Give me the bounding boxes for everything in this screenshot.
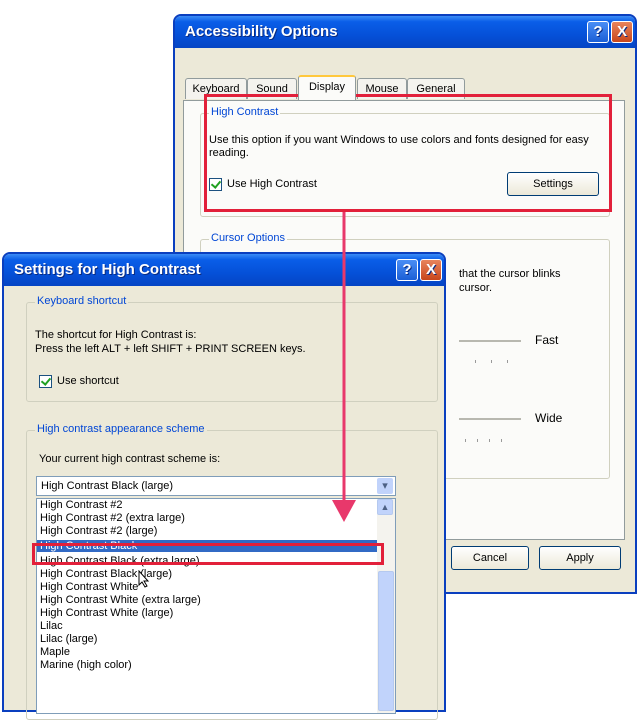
scroll-thumb[interactable]	[378, 571, 394, 711]
appearance-scheme-group-title: High contrast appearance scheme	[35, 423, 207, 435]
keyboard-shortcut-group: Keyboard shortcut The shortcut for High …	[26, 295, 438, 402]
shortcut-line-1: The shortcut for High Contrast is:	[35, 329, 197, 341]
settings-help-button[interactable]: ?	[396, 259, 418, 281]
cursor-options-group-title: Cursor Options	[209, 232, 287, 244]
list-item[interactable]: High Contrast White (extra large)	[40, 594, 201, 606]
settings-window-title: Settings for High Contrast	[14, 261, 201, 278]
list-item[interactable]: High Contrast White (large)	[40, 607, 173, 619]
window-title: Accessibility Options	[185, 23, 338, 40]
settings-titlebar[interactable]: Settings for High Contrast ? X	[4, 254, 444, 286]
cancel-button[interactable]: Cancel	[451, 546, 529, 570]
blink-tick	[507, 360, 508, 363]
list-item[interactable]: High Contrast White	[40, 581, 138, 593]
cursor-blink-text-2: cursor.	[459, 282, 493, 294]
cursor-width-slider-track[interactable]	[459, 418, 521, 420]
width-tick	[501, 439, 502, 442]
keyboard-shortcut-group-title: Keyboard shortcut	[35, 295, 129, 307]
scroll-up-button[interactable]: ▲	[377, 499, 393, 515]
list-item[interactable]: High Contrast #2 (extra large)	[40, 512, 185, 524]
blink-tick	[491, 360, 492, 363]
accessibility-options-titlebar[interactable]: Accessibility Options ? X	[175, 16, 635, 48]
apply-button[interactable]: Apply	[539, 546, 621, 570]
blink-tick	[475, 360, 476, 363]
settings-for-high-contrast-window: Settings for High Contrast ? X Keyboard …	[2, 252, 446, 720]
blink-rate-slider-track[interactable]	[459, 340, 521, 342]
width-wide-label: Wide	[535, 411, 563, 425]
list-item[interactable]: Maple	[40, 646, 70, 658]
width-tick	[489, 439, 490, 442]
scheme-combobox-value: High Contrast Black (large)	[41, 480, 174, 492]
list-item[interactable]: Lilac (large)	[40, 633, 97, 645]
high-contrast-highlight	[204, 94, 612, 212]
tab-display[interactable]: Display	[298, 75, 356, 100]
list-item[interactable]: Lilac	[40, 620, 63, 632]
scheme-dropdown-list[interactable]: High Contrast #2 High Contrast #2 (extra…	[36, 498, 396, 714]
use-shortcut-checkbox[interactable]	[39, 375, 52, 388]
shortcut-line-2: Press the left ALT + left SHIFT + PRINT …	[35, 343, 306, 355]
mouse-cursor-icon	[138, 570, 150, 588]
close-button[interactable]: X	[611, 21, 633, 43]
list-item[interactable]: High Contrast #2	[40, 499, 123, 511]
scheme-combobox[interactable]: High Contrast Black (large) ▾	[36, 476, 396, 496]
width-tick	[477, 439, 478, 442]
blink-fast-label: Fast	[535, 333, 559, 347]
settings-close-button[interactable]: X	[420, 259, 442, 281]
cursor-blink-text: that the cursor blinks	[459, 268, 561, 280]
help-button[interactable]: ?	[587, 21, 609, 43]
selected-item-highlight	[32, 543, 384, 565]
use-shortcut-label[interactable]: Use shortcut	[57, 375, 119, 388]
width-tick	[465, 439, 466, 442]
list-scrollbar[interactable]: ▲	[377, 499, 395, 713]
list-item[interactable]: Marine (high color)	[40, 659, 132, 671]
list-item[interactable]: High Contrast Black (large)	[40, 568, 172, 580]
current-scheme-label: Your current high contrast scheme is:	[39, 453, 221, 465]
chevron-down-icon[interactable]: ▾	[377, 478, 393, 494]
list-item[interactable]: High Contrast #2 (large)	[40, 525, 157, 537]
